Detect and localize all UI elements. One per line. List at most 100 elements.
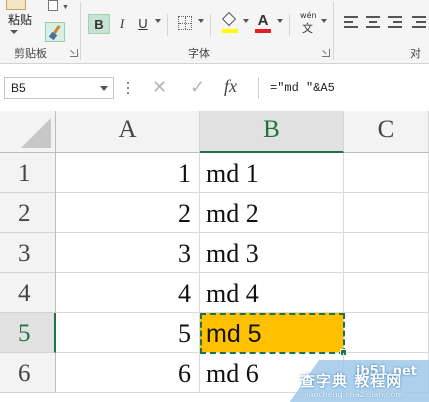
column-header-label: B	[263, 116, 280, 143]
insert-function-button[interactable]: fx	[224, 76, 237, 97]
cell-value: 5	[178, 319, 191, 348]
copy-icon[interactable]	[48, 0, 58, 11]
name-box[interactable]: B5	[4, 77, 114, 99]
clipboard-group-label: 剪贴板	[14, 47, 47, 60]
cell-a6[interactable]: 6	[56, 353, 200, 393]
enter-icon[interactable]: ✓	[190, 77, 205, 98]
cell-value: md 6	[206, 359, 259, 388]
cancel-icon[interactable]: ✕	[152, 77, 167, 98]
row-header[interactable]: 1	[0, 153, 56, 193]
font-group-label: 字体	[188, 47, 210, 60]
formula-bar: B5 ✕ ✓ fx ="md "&A5	[0, 73, 429, 103]
fill-color-swatch	[222, 29, 238, 33]
cell-a1[interactable]: 1	[56, 153, 200, 193]
row-number: 3	[18, 240, 31, 267]
cell-b3[interactable]: md 3	[200, 233, 344, 273]
select-all-button[interactable]	[0, 111, 56, 153]
row-number: 2	[18, 200, 31, 227]
row-number: 6	[18, 360, 31, 387]
watermark: jb51.net 查字典 教程网 jiaocheng.chazidian.com	[268, 352, 429, 402]
phonetic-dropdown-icon[interactable]	[321, 19, 327, 23]
phonetic-guide-button[interactable]: wén 文	[300, 11, 318, 35]
row-header[interactable]: 2	[0, 193, 56, 233]
column-header-label: C	[377, 116, 395, 143]
borders-icon[interactable]	[178, 16, 192, 30]
fill-color-icon[interactable]	[221, 11, 238, 27]
ribbon: 粘贴 ▼ 剪贴板 B I U A wén 文 字体 对	[0, 0, 429, 64]
phonetic-main-label: 文	[302, 22, 313, 35]
formula-bar-grip-icon[interactable]	[127, 82, 129, 94]
cell-c2[interactable]	[344, 193, 429, 233]
group-divider	[333, 2, 334, 60]
clipboard-icon[interactable]	[6, 0, 26, 10]
borders-dropdown-icon[interactable]	[198, 19, 204, 23]
cell-a5[interactable]: 5	[56, 313, 200, 353]
table-row: 5 5 md 5	[0, 313, 429, 356]
row-number: 4	[18, 280, 31, 307]
column-header-label: A	[118, 116, 137, 143]
alignment-group-label: 对	[410, 47, 421, 60]
font-launcher-icon[interactable]	[322, 49, 330, 57]
copy-dropdown-icon[interactable]: ▼	[62, 4, 69, 11]
align-left-icon[interactable]	[344, 16, 358, 28]
align-right-icon[interactable]	[388, 16, 402, 28]
fill-color-dropdown-icon[interactable]	[243, 19, 249, 23]
cell-a3[interactable]: 3	[56, 233, 200, 273]
cell-value: md 5	[206, 320, 262, 348]
table-row: 3 3 md 3	[0, 233, 429, 273]
italic-button[interactable]: I	[114, 14, 130, 34]
watermark-text: 查字典 教程网	[300, 372, 403, 390]
font-color-button[interactable]: A	[256, 12, 270, 29]
underline-dropdown-icon[interactable]	[155, 19, 161, 23]
column-header-b[interactable]: B	[200, 111, 344, 153]
column-header-c[interactable]: C	[344, 111, 429, 153]
bold-button[interactable]: B	[88, 14, 110, 34]
font-color-dropdown-icon[interactable]	[277, 19, 283, 23]
row-header[interactable]: 4	[0, 273, 56, 313]
cell-value: 2	[178, 199, 191, 228]
row-number: 1	[18, 160, 31, 187]
cell-a4[interactable]: 4	[56, 273, 200, 313]
cell-c3[interactable]	[344, 233, 429, 273]
table-row: 4 4 md 4	[0, 273, 429, 313]
toolbar-divider	[289, 14, 290, 36]
cell-b4[interactable]: md 4	[200, 273, 344, 313]
watermark-url: jiaocheng.chazidian.com	[304, 390, 404, 399]
cell-value: 6	[178, 359, 191, 388]
table-row: 2 2 md 2	[0, 193, 429, 233]
column-header-a[interactable]: A	[56, 111, 200, 153]
phonetic-top-label: wén	[300, 11, 317, 20]
name-box-dropdown-icon[interactable]	[100, 86, 108, 91]
cell-value: md 4	[206, 279, 259, 308]
row-header[interactable]: 6	[0, 353, 56, 393]
row-number: 5	[18, 320, 31, 347]
indent-icon[interactable]	[412, 16, 426, 28]
row-header[interactable]: 3	[0, 233, 56, 273]
cell-value: md 1	[206, 159, 259, 188]
cell-value: md 2	[206, 199, 259, 228]
cell-value: 3	[178, 239, 191, 268]
cell-value: md 3	[206, 239, 259, 268]
cell-b1[interactable]: md 1	[200, 153, 344, 193]
cell-c5[interactable]	[344, 313, 429, 353]
cell-b5-active[interactable]: md 5	[200, 313, 344, 353]
cell-a2[interactable]: 2	[56, 193, 200, 233]
paste-button[interactable]: 粘贴	[8, 11, 32, 28]
name-box-value: B5	[11, 81, 26, 95]
paste-dropdown-icon[interactable]	[10, 30, 18, 34]
align-center-icon[interactable]	[366, 16, 380, 28]
group-divider	[80, 2, 81, 60]
font-color-swatch	[255, 29, 271, 33]
clipboard-launcher-icon[interactable]	[70, 49, 78, 57]
formula-bar-divider	[258, 77, 259, 99]
cell-c1[interactable]	[344, 153, 429, 193]
row-header[interactable]: 5	[0, 313, 56, 353]
toolbar-divider	[210, 14, 211, 36]
formula-input[interactable]: ="md "&A5	[270, 81, 335, 95]
select-all-icon	[21, 118, 51, 148]
cell-b2[interactable]: md 2	[200, 193, 344, 233]
cell-value: 1	[178, 159, 191, 188]
underline-button[interactable]: U	[136, 14, 150, 34]
format-painter-icon[interactable]	[45, 22, 65, 42]
cell-c4[interactable]	[344, 273, 429, 313]
